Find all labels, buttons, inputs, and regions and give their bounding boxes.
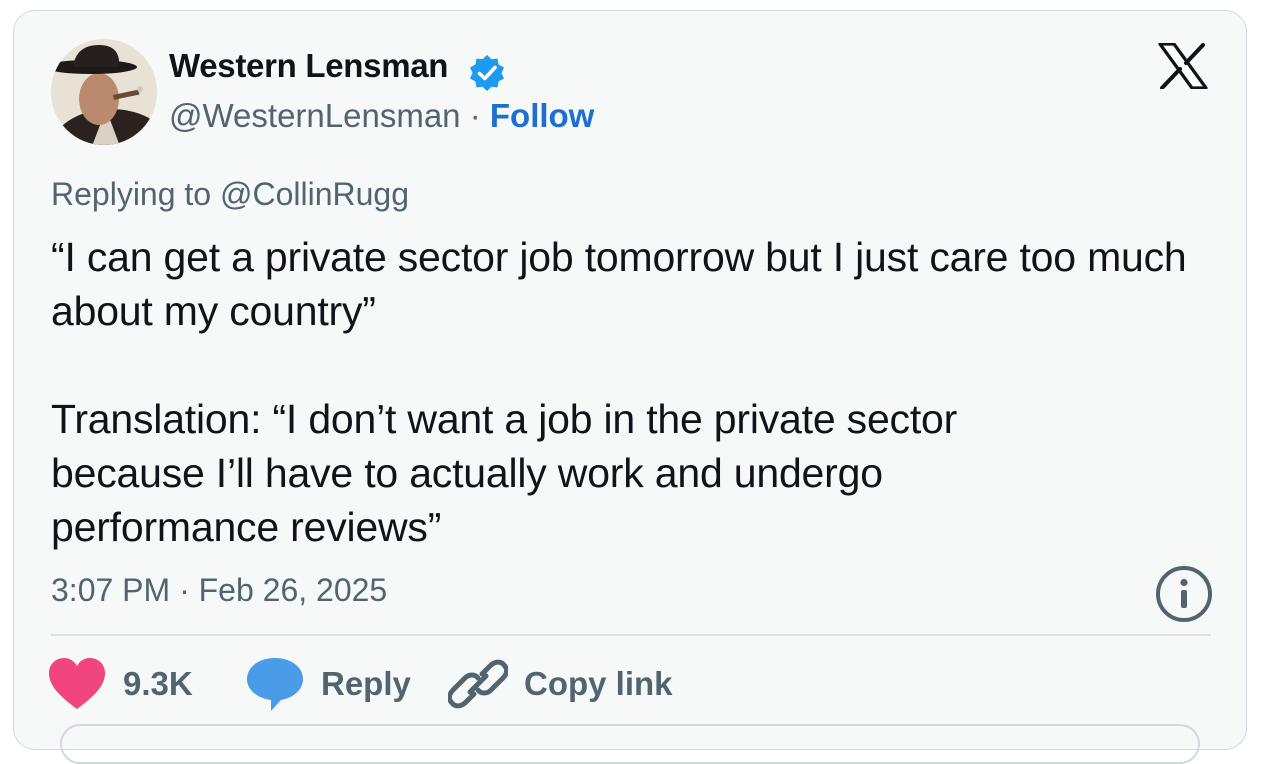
- follow-button[interactable]: Follow: [490, 97, 594, 134]
- tweet-paragraph: Translation: “I don’t want a job in the …: [51, 396, 958, 550]
- display-name[interactable]: Western Lensman: [169, 47, 448, 85]
- read-replies-button[interactable]: [60, 724, 1200, 764]
- timestamp[interactable]: 3:07 PM · Feb 26, 2025: [51, 572, 387, 609]
- tweet-text: “I can get a private sector job tomorrow…: [51, 230, 1211, 554]
- info-icon[interactable]: [1155, 565, 1213, 623]
- reply-label: Reply: [321, 665, 411, 702]
- verified-badge-icon: [470, 55, 504, 91]
- copy-link-button[interactable]: Copy link: [448, 654, 673, 714]
- copy-link-label: Copy link: [524, 665, 673, 702]
- x-logo-icon[interactable]: [1158, 43, 1208, 89]
- reply-button[interactable]: Reply: [245, 654, 411, 714]
- avatar[interactable]: [51, 39, 157, 145]
- separator: ·: [469, 97, 481, 134]
- heart-icon: [49, 658, 105, 709]
- like-button[interactable]: 9.3K: [47, 654, 193, 714]
- link-icon: [448, 659, 508, 709]
- reply-bubble-icon: [247, 658, 303, 711]
- divider: [51, 634, 1211, 636]
- tweet-paragraph: “I can get a private sector job tomorrow…: [51, 234, 1187, 334]
- handle-row: @WesternLensman · Follow: [169, 97, 594, 135]
- handle[interactable]: @WesternLensman: [169, 97, 461, 134]
- replying-to: Replying to @CollinRugg: [51, 176, 409, 212]
- like-count: 9.3K: [123, 665, 193, 702]
